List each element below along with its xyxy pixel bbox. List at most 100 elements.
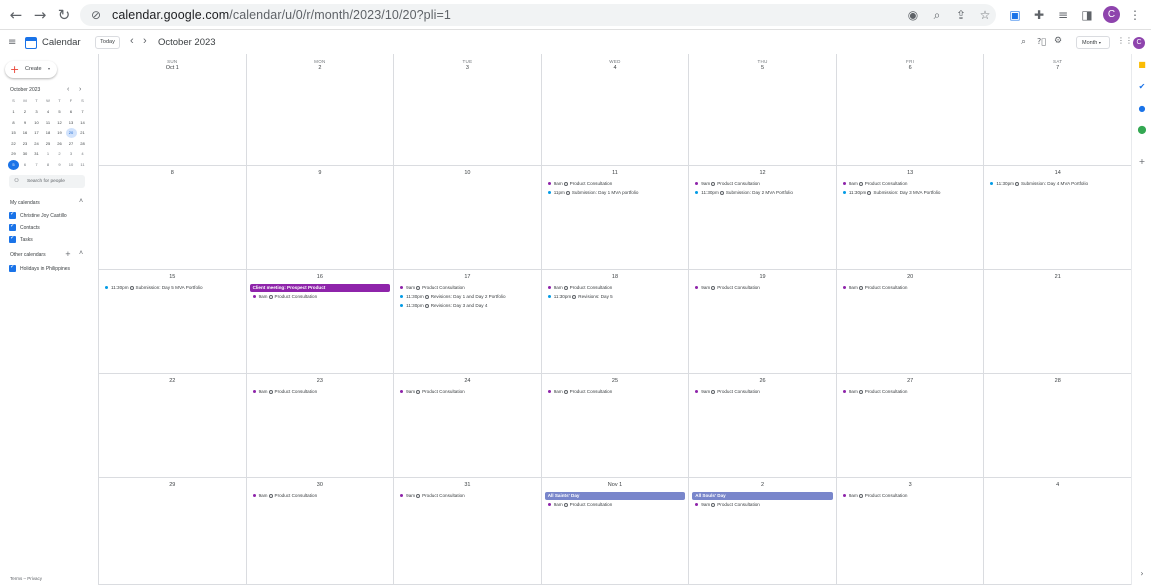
mini-day[interactable]: 9 [20, 118, 31, 128]
main-menu-icon[interactable]: ≡ [8, 37, 16, 48]
day-cell[interactable]: 30 9am Product Consultation [246, 478, 395, 585]
add-addon-icon[interactable]: + [1137, 157, 1147, 167]
day-cell[interactable]: FRI 6 [836, 54, 985, 166]
day-number[interactable]: 29 [99, 482, 246, 488]
mini-day[interactable]: 7 [31, 160, 42, 170]
day-number[interactable]: 10 [394, 170, 541, 176]
event-chip[interactable]: 9am Product Consultation [545, 284, 686, 292]
day-number[interactable]: 12 [689, 170, 836, 176]
event-chip[interactable]: 11:30pm Revisions: Day 5 [545, 293, 686, 301]
day-cell[interactable]: 4 [984, 478, 1132, 585]
event-chip[interactable]: 9am Product Consultation [545, 180, 686, 188]
mini-day[interactable]: 6 [66, 107, 77, 117]
mini-day[interactable]: 3 [31, 107, 42, 117]
event-chip[interactable]: 9am Product Consultation [692, 284, 833, 292]
mini-day[interactable]: 17 [31, 128, 42, 138]
day-number[interactable]: 3 [394, 65, 541, 71]
day-cell[interactable]: 28 [984, 374, 1132, 478]
event-chip[interactable]: 11:30pm Submission: Day 4 MVA Portfolio [987, 180, 1128, 188]
day-cell[interactable]: 11 9am Product Consultation 11pm Submission:… [541, 166, 690, 270]
help-icon[interactable]: ?⃝ [1037, 37, 1046, 46]
back-arrow-icon[interactable]: ← [7, 6, 25, 24]
day-number[interactable]: 8 [99, 170, 246, 176]
mini-day[interactable]: 19 [54, 128, 65, 138]
event-chip[interactable]: 9am Product Consultation [692, 501, 833, 509]
day-number[interactable]: 26 [689, 378, 836, 384]
day-number[interactable]: 27 [837, 378, 984, 384]
add-calendar-icon[interactable]: + [65, 250, 71, 258]
prev-month-button[interactable]: ‹ [130, 35, 134, 47]
eye-icon[interactable]: ◉ [905, 7, 921, 23]
day-cell[interactable]: 21 [984, 270, 1132, 374]
mini-day[interactable]: 11 [77, 160, 88, 170]
mini-day[interactable]: 4 [77, 149, 88, 159]
day-number[interactable]: 19 [689, 274, 836, 280]
day-cell[interactable]: 24 9am Product Consultation [394, 374, 542, 478]
mini-day[interactable]: 16 [20, 128, 31, 138]
calendar-label[interactable]: Christine Joy Castillo [20, 213, 67, 219]
mini-day[interactable]: 3 [66, 149, 77, 159]
event-chip[interactable]: 9am Product Consultation [250, 492, 391, 500]
mini-day[interactable]: 10 [31, 118, 42, 128]
day-cell[interactable]: 18 9am Product Consultation 11:30pm Revision… [541, 270, 690, 374]
day-cell[interactable]: 17 9am Product Consultation 11:30pm Revision… [394, 270, 542, 374]
day-number[interactable]: 4 [542, 65, 689, 71]
maps-icon[interactable]: ⬤ [1137, 125, 1147, 135]
mini-day[interactable]: 2 [54, 149, 65, 159]
day-number[interactable]: 4 [984, 482, 1131, 488]
bookmark-star-icon[interactable]: ☆ [977, 7, 993, 23]
zoom-icon[interactable]: ⌕ [929, 7, 945, 23]
day-number[interactable]: 6 [837, 65, 984, 71]
day-number[interactable]: 20 [837, 274, 984, 280]
gear-icon[interactable]: ⚙ [1054, 36, 1062, 46]
event-chip[interactable]: 9am Product Consultation [692, 388, 833, 396]
day-cell[interactable]: 20 9am Product Consultation [836, 270, 985, 374]
create-button[interactable]: + Create ▾ [5, 61, 57, 78]
event-chip[interactable]: 9am Product Consultation [840, 492, 981, 500]
day-cell[interactable]: SUN Oct 1 [99, 54, 247, 166]
tasks-icon[interactable]: ✔ [1137, 82, 1147, 92]
day-cell[interactable]: 29 [99, 478, 247, 585]
day-cell[interactable]: 19 9am Product Consultation [689, 270, 837, 374]
day-number[interactable]: 25 [542, 378, 689, 384]
forward-arrow-icon[interactable]: → [31, 6, 49, 24]
event-chip[interactable]: 11:30pm Submission: Day 3 MVA Portfolio [840, 189, 981, 197]
event-chip[interactable]: 9am Product Consultation [397, 388, 538, 396]
mini-prev-button[interactable]: ‹ [67, 86, 69, 93]
mini-day[interactable]: 30 [20, 149, 31, 159]
event-chip[interactable]: 11pm Submission: Day 1 MVA portfolio [545, 189, 686, 197]
event-chip[interactable]: 9am Product Consultation [840, 180, 981, 188]
day-number[interactable]: 31 [394, 482, 541, 488]
mini-day[interactable]: 8 [8, 118, 19, 128]
my-calendars-heading[interactable]: My calendars [10, 200, 40, 206]
day-number[interactable]: 14 [984, 170, 1131, 176]
event-chip[interactable]: 11:30pm Revisions: Day 1 and Day 2 Portfo… [397, 293, 538, 301]
event-chip[interactable]: 11:30pm Revisions: Day 3 and Day 4 [397, 302, 538, 310]
day-cell[interactable]: 8 [99, 166, 247, 270]
mini-day[interactable]: 1 [43, 149, 54, 159]
day-number[interactable]: 30 [247, 482, 394, 488]
reading-list-icon[interactable]: ≡ [1054, 6, 1072, 24]
mini-day[interactable]: 5 [54, 107, 65, 117]
url-text[interactable]: calendar.google.com/calendar/u/0/r/month… [112, 8, 451, 22]
extensions-puzzle-icon[interactable]: ✚ [1030, 6, 1048, 24]
browser-menu-icon[interactable]: ⋮ [1126, 6, 1144, 24]
event-chip[interactable]: 9am Product Consultation [840, 388, 981, 396]
event-chip[interactable]: 9am Product Consultation [250, 388, 391, 396]
day-cell[interactable]: 3 9am Product Consultation [836, 478, 985, 585]
view-select[interactable]: Month ▾ [1076, 36, 1110, 49]
day-cell[interactable]: 15 11:30pm Submission: Day 5 MVA Portfolio [99, 270, 247, 374]
keep-icon[interactable]: ■ [1137, 60, 1147, 70]
day-number[interactable]: 17 [394, 274, 541, 280]
day-number[interactable]: 22 [99, 378, 246, 384]
reload-icon[interactable]: ↻ [55, 6, 73, 24]
calendar-checkbox[interactable]: ✓ [9, 222, 16, 231]
day-number[interactable]: 5 [689, 65, 836, 71]
day-number[interactable]: 21 [984, 274, 1131, 280]
other-calendars-heading[interactable]: Other calendars [10, 252, 46, 258]
mini-day[interactable]: 11 [43, 118, 54, 128]
profile-avatar[interactable]: C [1103, 6, 1120, 23]
day-cell[interactable]: MON 2 [246, 54, 395, 166]
mini-day[interactable]: 15 [8, 128, 19, 138]
day-number[interactable]: 23 [247, 378, 394, 384]
